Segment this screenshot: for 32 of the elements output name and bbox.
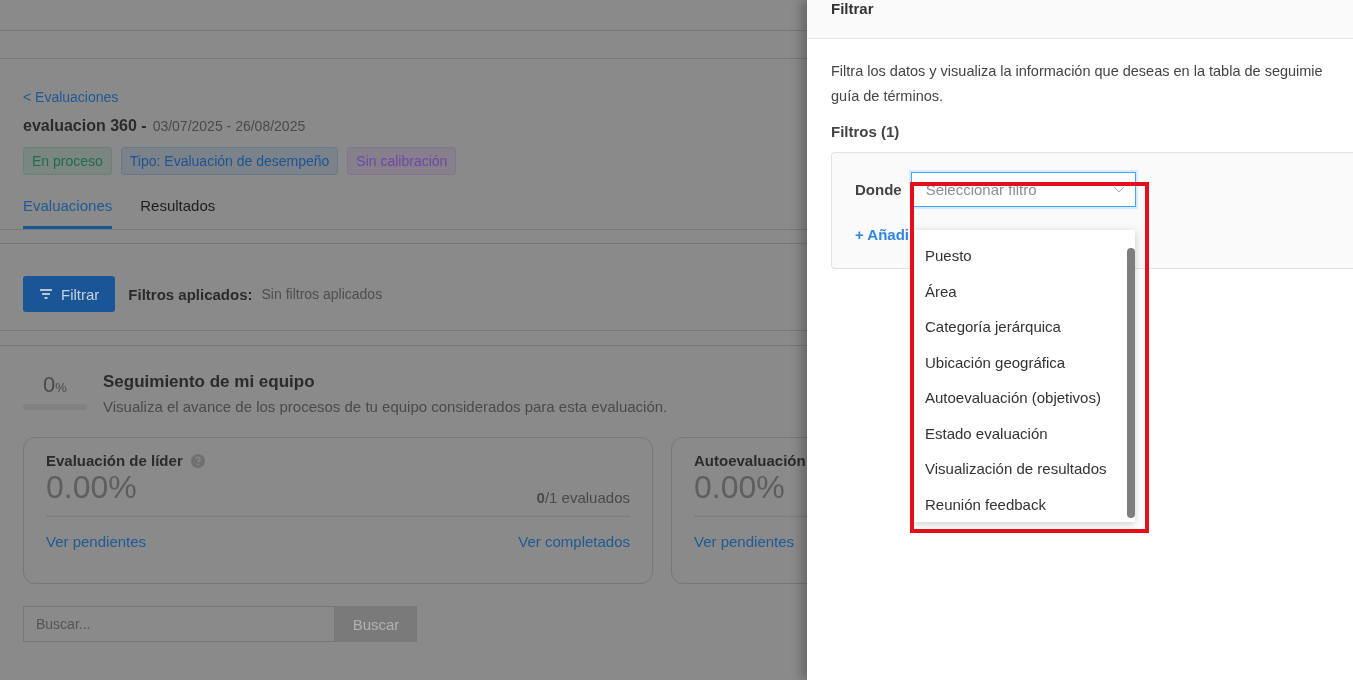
filter-icon	[39, 288, 53, 300]
status-tag: Tipo: Evaluación de desempeño	[120, 147, 339, 175]
dropdown-option[interactable]: Ubicación geográfica	[913, 344, 1123, 380]
chevron-down-icon	[1112, 186, 1125, 193]
applied-filters-value: Sin filtros aplicados	[261, 286, 383, 302]
filters-count-label: Filtros (1)	[831, 123, 901, 140]
section-description: Visualiza el avance de los procesos de tu equipo considerados para esta evaluación.	[103, 398, 668, 415]
card-title: Evaluación de líder	[46, 452, 183, 469]
progress-percent: 0%	[43, 372, 67, 398]
drawer-title: Filtrar	[831, 0, 874, 17]
filter-button[interactable]: Filtrar	[23, 276, 116, 312]
add-filter-link[interactable]: + Añadi	[855, 226, 910, 243]
dropdown-option[interactable]: Puesto	[913, 238, 1123, 274]
dropdown-option[interactable]: Estado evaluación	[913, 415, 1123, 451]
evaluation-title: evaluacion 360 -	[23, 117, 147, 135]
applied-filters-label: Filtros aplicados:	[128, 285, 253, 303]
dropdown-option[interactable]: Autoevaluación (objetivos)	[913, 380, 1123, 416]
status-tag: En proceso	[23, 147, 112, 175]
date-range: 03/07/2025 - 26/08/2025	[152, 118, 306, 134]
status-tag: Sin calibración	[347, 147, 457, 175]
dropdown-option[interactable]: Reunión feedback	[913, 486, 1123, 522]
dropdown-option[interactable]: Visualización de resultados	[913, 451, 1123, 487]
drawer-description: Filtra los datos y visualiza la información que deseas en la tabla de seguimie guía de términos.	[831, 62, 1324, 106]
dropdown-option[interactable]: Categoría jerárquica	[913, 309, 1123, 345]
card-title: Autoevaluación	[694, 452, 806, 469]
section-title: Seguimiento de mi equipo	[103, 372, 316, 392]
scrollbar[interactable]	[1127, 248, 1135, 518]
help-icon[interactable]	[190, 453, 205, 468]
tab[interactable]: Resultados	[140, 189, 216, 229]
dropdown-option[interactable]: Área	[913, 273, 1123, 309]
evaluated-count: 0/1 evaluados	[536, 489, 630, 506]
condition-label: Donde	[855, 181, 902, 198]
